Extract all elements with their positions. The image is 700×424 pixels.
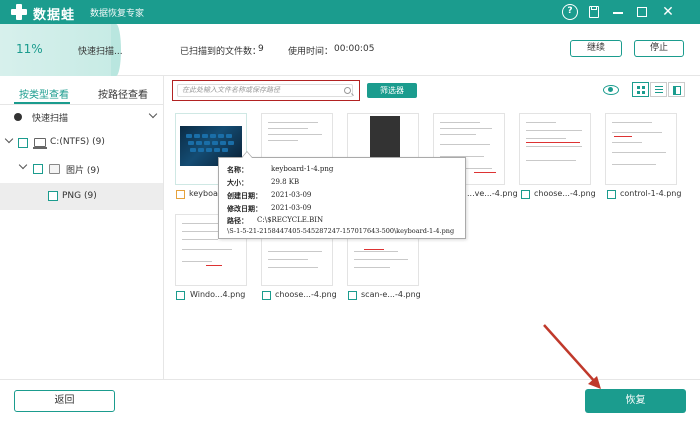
tooltip-path-row: 路径： C:\$RECYCLE.BIN xyxy=(227,216,323,226)
chevron-down-icon[interactable] xyxy=(148,109,158,119)
title-bar: 数据蛙 数据恢复专家 ? ✕ xyxy=(0,0,700,24)
tooltip-value: 2021-03-09 xyxy=(271,204,312,212)
app-subtitle: 数据恢复专家 xyxy=(90,9,145,19)
file-name: scan-e...-4.png xyxy=(361,290,421,299)
tree-item-drive[interactable]: C:(NTFS) (9) xyxy=(0,130,163,156)
elapsed-time-value: 00:00:05 xyxy=(334,44,375,54)
red-highlight-mark xyxy=(364,249,384,250)
red-highlight-mark xyxy=(614,136,632,137)
scan-dot-icon xyxy=(14,113,22,121)
tooltip-key: 创建日期： xyxy=(227,191,262,200)
detail-view-button[interactable] xyxy=(668,82,685,97)
files-scanned-label: 已扫描到的文件数： xyxy=(180,47,262,57)
left-panel: 按类型查看 按路径查看 快速扫描 C:(NTFS) (9) 图片 (9) PNG… xyxy=(0,76,164,379)
tree-item-label: 图片 (9) xyxy=(66,166,100,176)
file-checkbox[interactable] xyxy=(176,190,185,199)
list-view-button[interactable] xyxy=(650,82,667,97)
tooltip-name-row: 名称： keyboard-1-4.png xyxy=(227,165,333,175)
detail-view-icon xyxy=(673,86,681,95)
tooltip-key: 路径： xyxy=(227,216,248,225)
tooltip-path-continued: \S-1-5-21-2158447405-545287247-157017643… xyxy=(227,227,455,235)
bottom-bar: 返回 恢复 xyxy=(0,379,700,424)
tooltip-value: 2021-03-09 xyxy=(271,191,312,199)
search-input[interactable]: 在此处输入文件名称或保存路径 xyxy=(177,84,353,97)
file-thumbnail[interactable] xyxy=(519,113,591,185)
tooltip-key: 修改日期： xyxy=(227,204,262,213)
tooltip-key: 大小： xyxy=(227,178,248,187)
red-highlight-mark xyxy=(526,142,580,143)
save-icon[interactable] xyxy=(586,4,602,20)
tooltip-size-row: 大小： 29.8 KB xyxy=(227,178,299,188)
images-checkbox[interactable] xyxy=(33,164,43,174)
tree-item-label: 快速扫描 xyxy=(32,114,69,124)
close-icon[interactable]: ✕ xyxy=(660,4,676,20)
elapsed-time-label: 使用时间： xyxy=(288,47,334,57)
file-name: Windo...4.png xyxy=(190,290,246,299)
tooltip-value: 29.8 KB xyxy=(271,178,300,186)
tab-by-type[interactable]: 按类型查看 xyxy=(19,86,69,101)
file-checkbox[interactable] xyxy=(607,190,616,199)
search-box-highlight: 在此处输入文件名称或保存路径 xyxy=(172,80,360,101)
grid-view-button[interactable] xyxy=(632,82,649,97)
tooltip-value: C:\$RECYCLE.BIN xyxy=(257,216,324,224)
preview-eye-icon[interactable] xyxy=(603,85,619,95)
grid-view-icon xyxy=(637,86,645,94)
help-icon[interactable]: ? xyxy=(562,4,578,20)
files-scanned-value: 9 xyxy=(258,44,264,54)
tree-item-label: C:(NTFS) (9) xyxy=(50,137,105,147)
file-name: choose...-4.png xyxy=(534,189,596,198)
file-thumbnail[interactable] xyxy=(605,113,677,185)
tree-item-label: PNG (9) xyxy=(62,191,97,201)
app-logo-icon xyxy=(10,3,28,21)
tooltip-arrow-inner xyxy=(242,152,252,158)
tooltip-modified-row: 修改日期： 2021-03-09 xyxy=(227,204,311,214)
tree-item-images[interactable]: 图片 (9) xyxy=(0,156,163,182)
file-checkbox[interactable] xyxy=(176,291,185,300)
tree-item-quick-scan[interactable]: 快速扫描 xyxy=(0,104,163,130)
back-button[interactable]: 返回 xyxy=(14,390,115,412)
tab-by-path[interactable]: 按路径查看 xyxy=(98,86,148,101)
red-highlight-mark xyxy=(474,172,496,173)
chevron-down-icon[interactable] xyxy=(4,134,14,144)
search-icon[interactable] xyxy=(344,87,351,94)
png-checkbox[interactable] xyxy=(48,191,58,201)
file-name: control-1-4.png xyxy=(620,189,682,198)
tree-item-png[interactable]: PNG (9) xyxy=(0,183,163,210)
scan-percent: 11% xyxy=(16,42,43,56)
file-info-tooltip: 名称： keyboard-1-4.png 大小： 29.8 KB 创建日期： 2… xyxy=(218,151,466,239)
annotation-arrow-line xyxy=(543,324,597,384)
tooltip-key: 名称： xyxy=(227,165,248,174)
maximize-icon[interactable] xyxy=(634,4,650,20)
drive-checkbox[interactable] xyxy=(18,138,28,148)
file-name: choose...-4.png xyxy=(275,290,337,299)
red-highlight-mark xyxy=(206,265,222,266)
filter-button[interactable]: 筛选器 xyxy=(367,83,417,98)
tooltip-created-row: 创建日期： 2021-03-09 xyxy=(227,191,311,201)
file-checkbox[interactable] xyxy=(521,190,530,199)
scan-progress-area: 11% 快速扫描... 已扫描到的文件数： 9 使用时间： 00:00:05 继… xyxy=(0,24,700,76)
scan-status: 快速扫描... xyxy=(78,47,123,57)
app-brand: 数据蛙 xyxy=(33,8,76,23)
image-folder-icon xyxy=(49,164,60,174)
minimize-icon[interactable] xyxy=(610,4,626,20)
chevron-down-icon[interactable] xyxy=(18,160,28,170)
tooltip-value: keyboard-1-4.png xyxy=(271,165,334,173)
continue-button[interactable]: 继续 xyxy=(570,40,622,57)
drive-icon xyxy=(33,138,47,149)
file-checkbox[interactable] xyxy=(348,291,357,300)
recover-button[interactable]: 恢复 xyxy=(585,389,686,413)
stop-button[interactable]: 停止 xyxy=(634,40,684,57)
file-name: ...ve...-4.png xyxy=(467,189,518,198)
file-checkbox[interactable] xyxy=(262,291,271,300)
list-view-icon xyxy=(655,86,663,94)
